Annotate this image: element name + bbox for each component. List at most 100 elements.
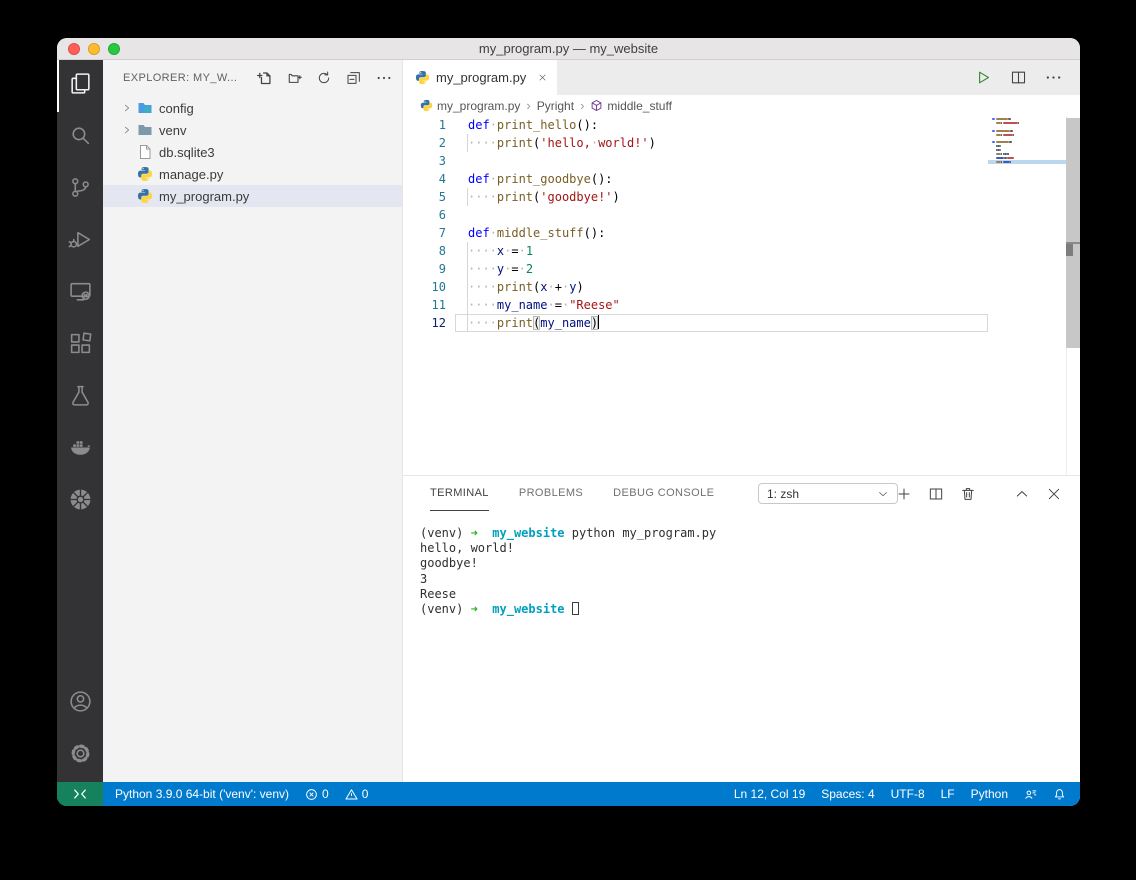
code-line-6[interactable]: 6	[403, 206, 1080, 224]
minimap-line	[992, 130, 995, 132]
status-label: LF	[941, 787, 955, 801]
activity-item-testing[interactable]	[57, 372, 103, 424]
close-window-button[interactable]	[68, 43, 80, 55]
search-icon	[68, 123, 93, 153]
activity-item-kubernetes[interactable]	[57, 476, 103, 528]
code-token: print	[497, 190, 533, 204]
code-token: ····	[468, 316, 497, 330]
activity-item-run-and-debug[interactable]	[57, 216, 103, 268]
activity-item-source-control[interactable]	[57, 164, 103, 216]
status-left: Python 3.9.0 64-bit ('venv': venv) 0 0	[103, 787, 368, 801]
maximize-panel-button[interactable]	[1014, 486, 1030, 502]
breadcrumb-item[interactable]: Pyright	[537, 99, 574, 113]
code-token: ····	[468, 190, 497, 204]
scrollbar-thumb[interactable]	[1066, 118, 1080, 348]
folder-config-icon	[137, 100, 153, 116]
code-token: ····	[468, 136, 497, 150]
python-icon	[137, 188, 153, 204]
tree-item-label: manage.py	[159, 167, 223, 182]
code-line-2[interactable]: 2····print('hello,·world!')	[403, 134, 1080, 152]
code-line-7[interactable]: 7def·middle_stuff():	[403, 224, 1080, 242]
code-line-5[interactable]: 5····print('goodbye!')	[403, 188, 1080, 206]
line-number: 9	[403, 260, 446, 278]
more-actions-button[interactable]	[1045, 69, 1062, 86]
status-encoding[interactable]: UTF-8	[891, 787, 925, 801]
collapse-all-icon[interactable]	[344, 68, 364, 88]
minimize-window-button[interactable]	[88, 43, 100, 55]
code-line-8[interactable]: 8····x·=·1	[403, 242, 1080, 260]
code-token: ·	[490, 226, 497, 240]
tree-item-manage-py[interactable]: manage.py	[103, 163, 402, 185]
terminal-text: goodbye!	[420, 556, 478, 570]
line-number: 1	[403, 116, 446, 134]
line-number: 7	[403, 224, 446, 242]
activity-item-accounts[interactable]	[57, 678, 103, 730]
editor-group: my_program.py my_program.py›Pyright›midd…	[403, 60, 1080, 782]
remote-indicator[interactable]	[57, 782, 103, 806]
terminal-text	[565, 602, 572, 616]
tree-item-config[interactable]: config	[103, 97, 402, 119]
new-file-icon[interactable]	[254, 68, 274, 88]
editor-scrollbar[interactable]	[1066, 116, 1080, 475]
zoom-window-button[interactable]	[108, 43, 120, 55]
activity-item-extensions[interactable]	[57, 320, 103, 372]
activity-item-settings[interactable]	[57, 730, 103, 782]
tree-item-db-sqlite3[interactable]: db.sqlite3	[103, 141, 402, 163]
split-editor-button[interactable]	[1010, 69, 1027, 86]
tree-item-venv[interactable]: venv	[103, 119, 402, 141]
code-token: ·	[490, 118, 497, 132]
extensions-icon	[68, 331, 93, 361]
status-errors[interactable]: 0	[305, 787, 329, 801]
activity-item-search[interactable]	[57, 112, 103, 164]
code-line-11[interactable]: 11····my_name·=·"Reese"	[403, 296, 1080, 314]
code-line-1[interactable]: 1def·print_hello():	[403, 116, 1080, 134]
breadcrumb-label: my_program.py	[437, 99, 520, 113]
shell-selector[interactable]: 1: zsh	[758, 483, 898, 504]
code-token: ····	[468, 280, 497, 294]
whitespace-dots: ····	[468, 136, 497, 150]
code-token: print	[497, 280, 533, 294]
kill-terminal-button[interactable]	[960, 486, 976, 502]
code-line-3[interactable]: 3	[403, 152, 1080, 170]
status-indentation[interactable]: Spaces: 4	[821, 787, 874, 801]
refresh-icon[interactable]	[314, 68, 334, 88]
split-terminal-button[interactable]	[928, 486, 944, 502]
breadcrumb-item[interactable]: middle_stuff	[590, 99, 671, 113]
status-feedback[interactable]	[1024, 788, 1037, 801]
code-line-9[interactable]: 9····y·=·2	[403, 260, 1080, 278]
terminal-text: my_website	[492, 526, 564, 540]
activity-item-remote-explorer[interactable]	[57, 268, 103, 320]
line-text: def·print_goodbye():	[468, 170, 613, 188]
breadcrumb-separator: ›	[526, 98, 530, 113]
code-editor[interactable]: 1def·print_hello():2····print('hello,·wo…	[403, 116, 1080, 475]
status-eol[interactable]: LF	[941, 787, 955, 801]
code-line-12[interactable]: 12····print(my_name)	[403, 314, 1080, 332]
ellipsis-icon[interactable]	[374, 68, 394, 88]
code-line-4[interactable]: 4def·print_goodbye():	[403, 170, 1080, 188]
panel-tab-problems[interactable]: PROBLEMS	[519, 476, 583, 511]
terminal-text: (venv)	[420, 602, 471, 616]
panel-tab-debug-console[interactable]: DEBUG CONSOLE	[613, 476, 714, 511]
status-notifications[interactable]	[1053, 788, 1066, 801]
line-text: ····x·=·1	[468, 242, 533, 260]
breadcrumb-item[interactable]: my_program.py	[420, 99, 520, 113]
terminal-output[interactable]: (venv) ➜ my_website python my_program.py…	[403, 511, 1080, 782]
status-warnings[interactable]: 0	[345, 787, 369, 801]
tree-item-my-program-py[interactable]: my_program.py	[103, 185, 402, 207]
status-python-interpreter[interactable]: Python 3.9.0 64-bit ('venv': venv)	[115, 787, 289, 801]
whitespace-dots: ·	[490, 172, 497, 186]
activity-bar-spacer	[57, 528, 103, 678]
run-python-file-button[interactable]	[975, 69, 992, 86]
new-terminal-button[interactable]	[896, 486, 912, 502]
status-cursor-position[interactable]: Ln 12, Col 19	[734, 787, 805, 801]
activity-item-explorer[interactable]	[57, 60, 103, 112]
close-tab-icon[interactable]	[538, 73, 547, 82]
activity-item-docker[interactable]	[57, 424, 103, 476]
new-folder-icon[interactable]	[284, 68, 304, 88]
status-language-mode[interactable]: Python	[971, 787, 1008, 801]
panel-tab-terminal[interactable]: TERMINAL	[430, 476, 489, 511]
close-panel-button[interactable]	[1046, 486, 1062, 502]
tab-my-program-py[interactable]: my_program.py	[403, 60, 557, 95]
code-line-10[interactable]: 10····print(x·+·y)	[403, 278, 1080, 296]
python-icon	[420, 99, 433, 112]
